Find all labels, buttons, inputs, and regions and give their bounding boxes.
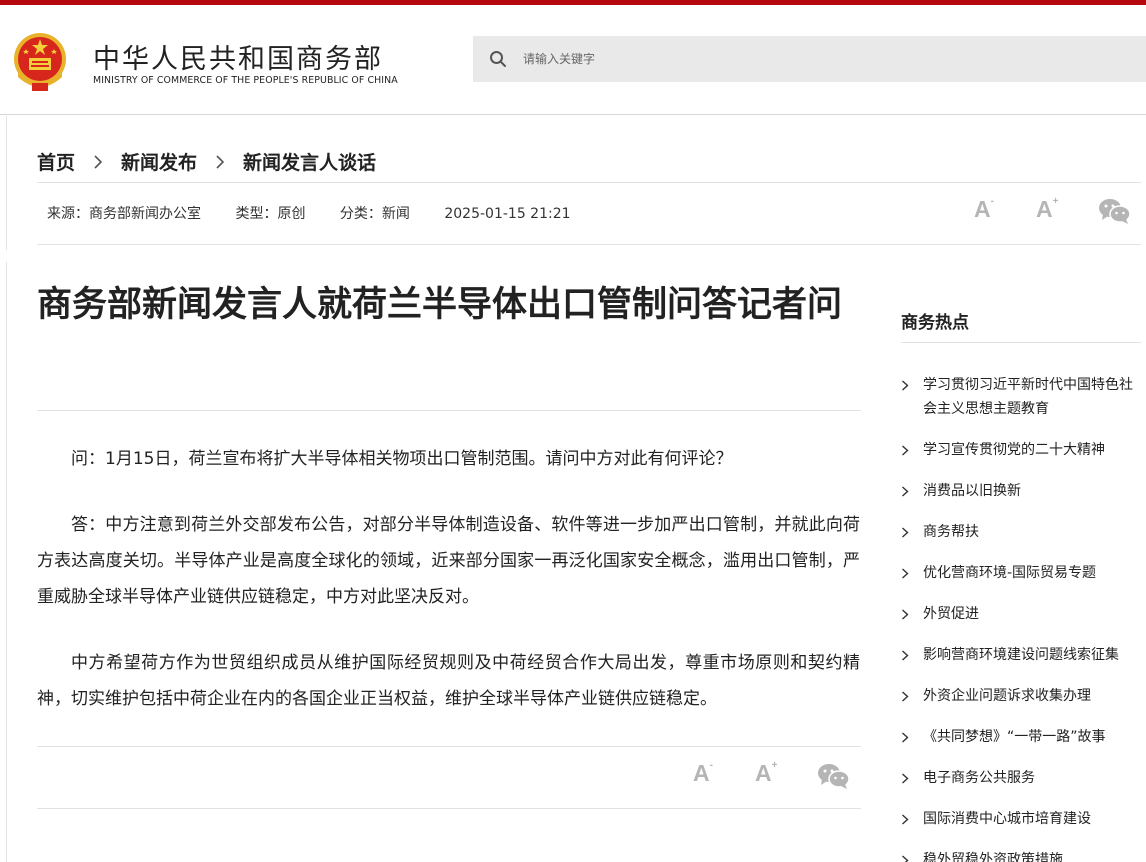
breadcrumb-news-release[interactable]: 新闻发布 [121,148,197,175]
breadcrumb: 首页 新闻发布 新闻发言人谈话 [37,147,376,175]
site-header: 中华人民共和国商务部 MINISTRY OF COMMERCE OF THE P… [0,5,1146,115]
chevron-right-icon [902,814,909,825]
sidebar-item[interactable]: 学习宣传贯彻党的二十大精神 [901,438,1141,462]
sidebar-item[interactable]: 优化营商环境-国际贸易专题 [901,561,1141,585]
divider [37,746,861,747]
divider [37,244,1141,245]
site-title[interactable]: 中华人民共和国商务部 [93,37,383,76]
left-edge-strip [0,116,7,250]
article-paragraph: 答：中方注意到荷兰外交部发布公告，对部分半导体制造设备、软件等进一步加严出口管制… [37,515,860,607]
article-title: 商务部新闻发言人就荷兰半导体出口管制问答记者问 [37,285,843,325]
chevron-right-icon [75,150,121,172]
font-larger-button[interactable]: A+ [1036,196,1058,223]
breadcrumb-spokesperson[interactable]: 新闻发言人谈话 [243,148,376,175]
sidebar-item[interactable]: 稳外贸稳外资政策措施 [901,848,1141,862]
chevron-right-icon [902,527,909,538]
meta-datetime: 2025-01-15 21:21 [444,206,571,222]
chevron-right-icon [902,732,909,743]
sidebar-item[interactable]: 外资企业问题诉求收集办理 [901,684,1141,708]
sidebar-item[interactable]: 学习贯彻习近平新时代中国特色社会主义思想主题教育 [901,373,1141,421]
site-subtitle-en: MINISTRY OF COMMERCE OF THE PEOPLE'S REP… [93,75,398,86]
chevron-right-icon [197,150,243,172]
chevron-right-icon [902,609,909,620]
font-smaller-button[interactable]: A- [693,760,713,787]
article-paragraph: 问：1月15日，荷兰宣布将扩大半导体相关物项出口管制范围。请问中方对此有何评论？ [71,449,733,469]
search-box[interactable] [473,36,1146,82]
font-smaller-button[interactable]: A- [974,196,994,223]
chevron-right-icon [902,568,909,579]
chevron-right-icon [902,486,909,497]
divider [37,808,861,809]
chevron-right-icon [902,855,909,862]
meta-type: 类型：原创 [235,206,306,222]
sidebar-item[interactable]: 国际消费中心城市培育建设 [901,807,1141,831]
sidebar-item[interactable]: 商务帮扶 [901,520,1141,544]
breadcrumb-home[interactable]: 首页 [37,148,75,175]
chevron-right-icon [902,445,909,456]
sidebar-item[interactable]: 《共同梦想》“一带一路”故事 [901,725,1141,749]
wechat-icon[interactable] [1098,197,1131,224]
divider [901,342,1141,343]
divider [37,182,1141,183]
search-icon[interactable] [489,50,507,68]
chevron-right-icon [902,380,909,391]
sidebar-list: 学习贯彻习近平新时代中国特色社会主义思想主题教育 学习宣传贯彻党的二十大精神 消… [901,373,1141,862]
meta-category: 分类：新闻 [339,206,410,222]
article-meta: 来源：商务部新闻办公室 类型：原创 分类：新闻 2025-01-15 21:21 [47,203,601,223]
sidebar-item[interactable]: 影响营商环境建设问题线索征集 [901,643,1141,667]
article-paragraph: 中方希望荷方作为世贸组织成员从维护国际经贸规则及中荷经贸合作大局出发，尊重市场原… [37,653,860,709]
left-edge-strip [0,262,7,862]
sidebar-item[interactable]: 外贸促进 [901,602,1141,626]
wechat-icon[interactable] [817,762,850,789]
national-emblem-icon[interactable] [12,31,68,93]
sidebar-heading: 商务热点 [901,313,969,333]
sidebar-item[interactable]: 消费品以旧换新 [901,479,1141,503]
chevron-right-icon [902,691,909,702]
chevron-right-icon [902,650,909,661]
chevron-right-icon [902,773,909,784]
divider [37,410,861,411]
font-larger-button[interactable]: A+ [755,760,777,787]
search-input[interactable] [523,36,1123,82]
sidebar-item[interactable]: 电子商务公共服务 [901,766,1141,790]
meta-source: 来源：商务部新闻办公室 [47,206,201,222]
